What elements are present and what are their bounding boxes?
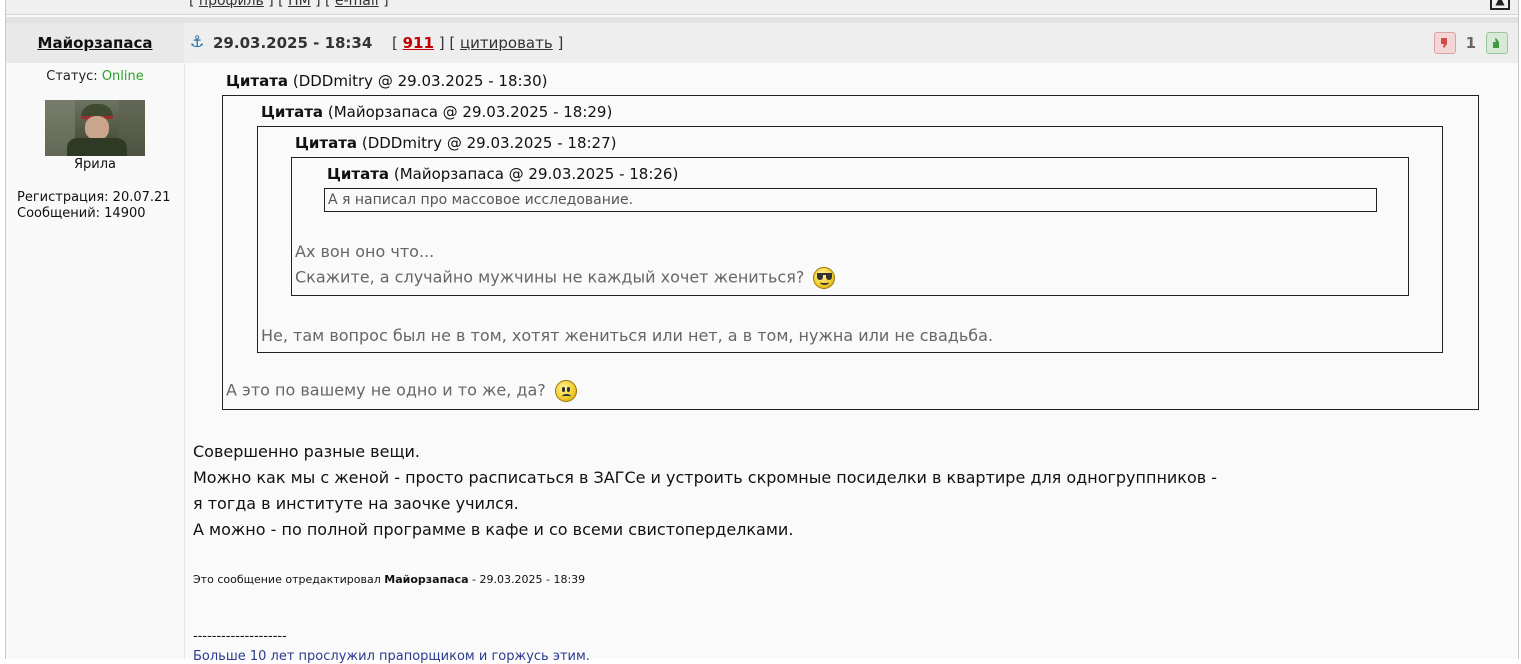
forum-post-table: [ профиль ] [ ПМ ] [ e-mail ] ▲ Майорзап… [5,0,1519,664]
quote-label: Цитата [226,72,289,90]
message-line: я тогда в институте на заочке учился. [193,494,519,513]
quote-header: Цитата (DDDmitry @ 29.03.2025 - 18:27) [295,134,617,152]
edit-datetime: - 29.03.2025 - 18:39 [472,573,586,586]
quote-meta: (Майорзапаса @ 29.03.2025 - 18:26) [393,165,679,183]
cool-smiley-icon [813,267,836,289]
author-name[interactable]: Майорзапаса [6,34,184,52]
quote-label: Цитата [327,165,390,183]
quote-header: Цитата (Майорзапаса @ 29.03.2025 - 18:26… [327,165,678,183]
quote-text: Ах вон оно что... [295,242,435,261]
confused-smiley-icon [554,380,577,402]
message-line: Совершенно разные вещи. [193,442,420,461]
previous-post-links: [ профиль ] [ ПМ ] [ e-mail ] [189,0,389,9]
post-actions: [ 911 ] [ цитировать ] [392,34,564,52]
quote-meta: (Майорзапаса @ 29.03.2025 - 18:29) [327,103,613,121]
quote-label: Цитата [261,103,324,121]
signature-text: Больше 10 лет прослужил прапорщиком и го… [193,649,590,664]
quote-header: Цитата (Майорзапаса @ 29.03.2025 - 18:29… [261,103,612,121]
edit-prefix: Это сообщение отредактировал [193,573,381,586]
anchor-icon[interactable]: ⚓ [190,32,204,51]
edit-notice: Это сообщение отредактировал Майорзапаса… [193,573,585,586]
avatar[interactable] [45,100,145,156]
quote-box: А я написал про массовое исследование. [324,188,1377,212]
message-count: Сообщений: 14900 [17,206,146,221]
message-line: Можно как мы с женой - просто расписатьс… [193,468,1218,487]
pm-link[interactable]: ПМ [288,0,311,9]
profile-link[interactable]: профиль [199,0,264,9]
quote-link[interactable]: цитировать [460,34,553,52]
user-stats: Регистрация: 20.07.21 Сообщений: 14900 [17,190,171,222]
rating-count: 1 [1465,34,1476,52]
user-status: Статус: Online [6,69,184,84]
post-number-link[interactable]: 911 [403,34,434,52]
author-cell: Майорзапаса [6,23,184,63]
quote-label: Цитата [295,134,358,152]
quote-box: Цитата (Майорзапаса @ 29.03.2025 - 18:29… [222,95,1479,410]
message-text: Совершенно разные вещи. Можно как мы с ж… [193,439,1217,543]
quote-box: Цитата (DDDmitry @ 29.03.2025 - 18:27) Ц… [257,126,1443,353]
quote-text: Не, там вопрос был не в том, хотят женит… [261,326,994,345]
post-datetime: 29.03.2025 - 18:34 [213,34,373,52]
status-badge: Online [101,69,144,84]
quote-box: Цитата (Майорзапаса @ 29.03.2025 - 18:26… [291,157,1409,296]
registration-date: Регистрация: 20.07.21 [17,190,171,205]
edit-author: Майорзапаса [384,573,469,586]
thumbs-up-icon[interactable] [1486,32,1508,54]
quote-text: А я написал про массовое исследование. [328,192,634,208]
status-label: Статус: [46,69,98,84]
post-header: Майорзапаса ⚓ 29.03.2025 - 18:34 [ 911 ]… [6,23,1518,63]
user-info-column: Статус: Online Ярила Регистрация: 20.07.… [6,63,185,659]
thumbs-down-icon[interactable] [1433,32,1456,54]
previous-post-footer: [ профиль ] [ ПМ ] [ e-mail ] ▲ [6,0,1518,15]
quote-header: Цитата (DDDmitry @ 29.03.2025 - 18:30) [226,72,548,90]
quote-meta: (DDDmitry @ 29.03.2025 - 18:30) [292,72,548,90]
quote-text: А это по вашему не одно и то же, да? [226,380,546,400]
quote-text-line: А это по вашему не одно и то же, да? [226,380,577,402]
quote-text: Скажите, а случайно мужчины не каждый хо… [295,267,805,287]
user-title: Ярила [73,157,116,172]
quote-text-line: Скажите, а случайно мужчины не каждый хо… [295,267,836,289]
post-body: Цитата (DDDmitry @ 29.03.2025 - 18:30) Ц… [185,63,1518,664]
message-line: А можно - по полной программе в кафе и с… [193,520,794,539]
arrow-up-icon[interactable]: ▲ [1490,0,1510,10]
post-rating: 1 [1433,32,1508,54]
quote-meta: (DDDmitry @ 29.03.2025 - 18:27) [361,134,617,152]
signature-separator: -------------------- [193,629,287,644]
email-link[interactable]: e-mail [335,0,379,9]
